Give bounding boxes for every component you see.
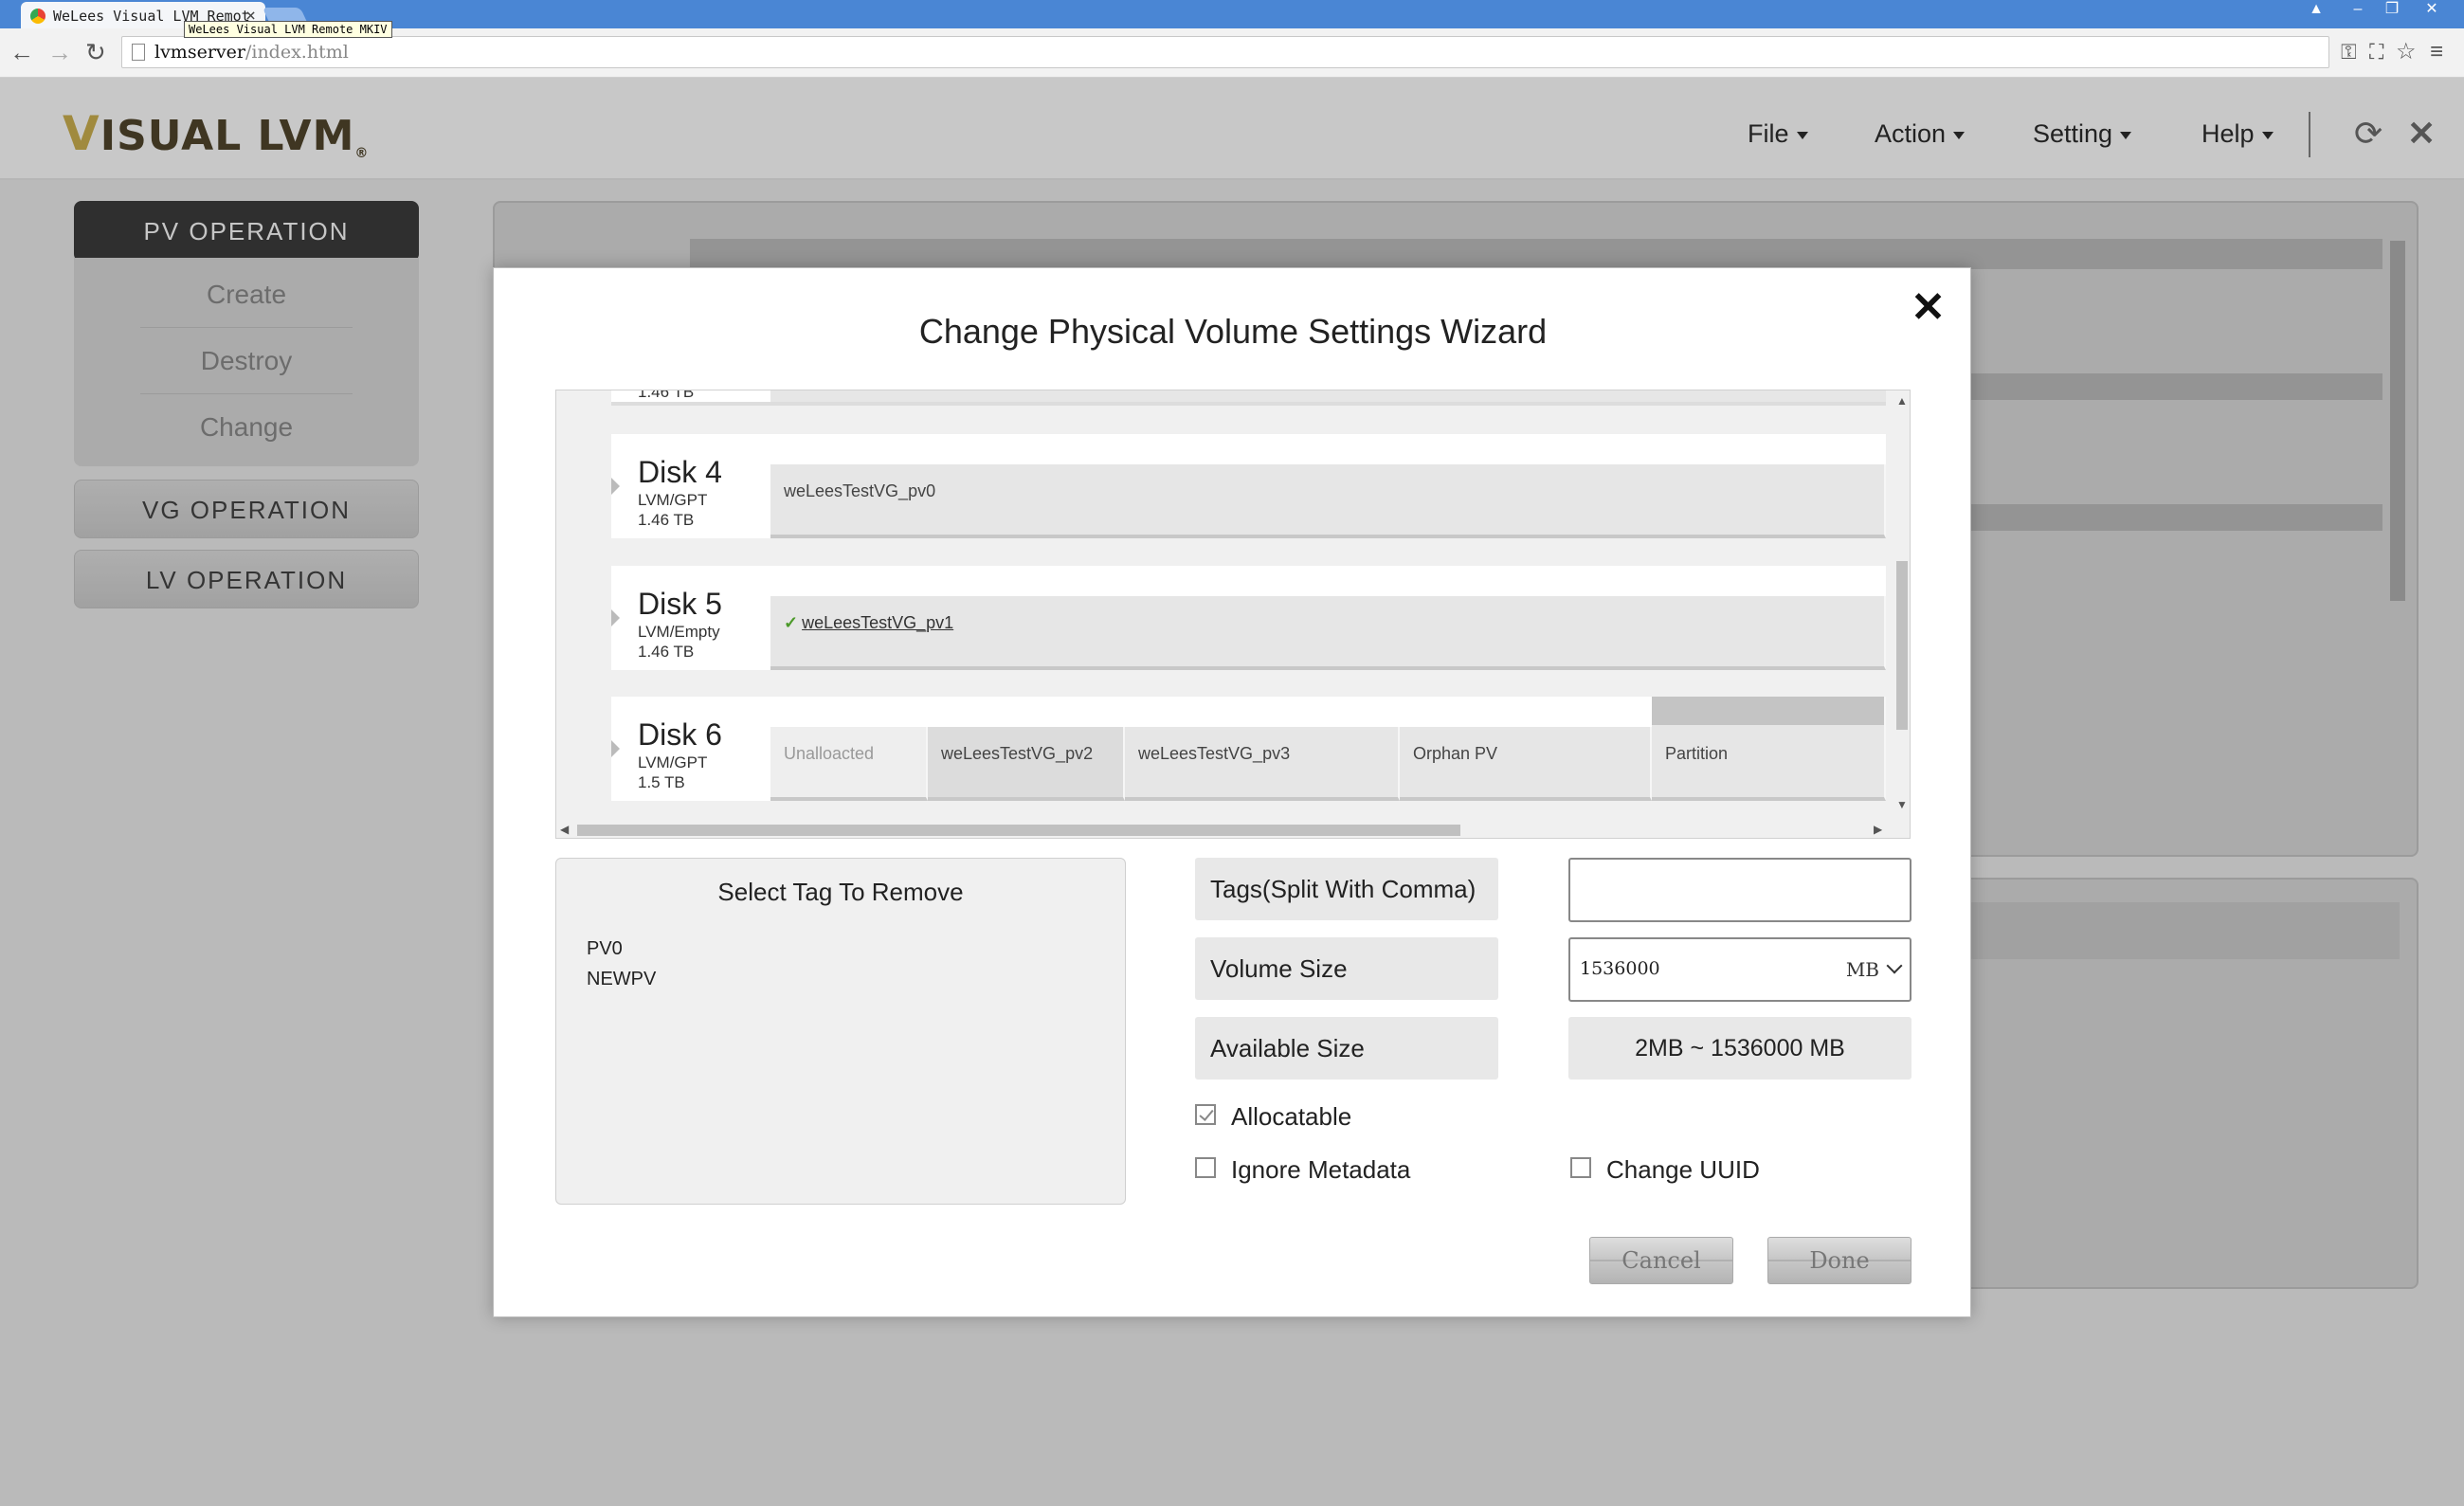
change-uuid-checkbox[interactable] — [1570, 1157, 1591, 1178]
expand-arrow-icon[interactable] — [611, 740, 620, 757]
partition-block[interactable]: weLeesTestVG_pv0 — [770, 464, 1886, 538]
scroll-up-icon[interactable]: ▲ — [1896, 394, 1908, 408]
ignore-metadata-checkbox[interactable] — [1195, 1157, 1216, 1178]
disk-name: Disk 4 — [638, 455, 722, 489]
horizontal-scrollbar[interactable]: ◀ ▶ — [556, 821, 1894, 838]
partition-block[interactable]: Orphan PV — [1400, 727, 1652, 801]
menu-icon[interactable]: ≡ — [2430, 40, 2443, 64]
caret-down-icon — [2120, 131, 2132, 139]
partition-block[interactable]: weLeesTestVG_pv2 — [928, 727, 1125, 801]
disk-row-partial: 1.46 TB — [611, 390, 1886, 406]
translate-icon[interactable]: ⛶ — [2369, 40, 2383, 64]
unit-select[interactable]: MB — [1846, 958, 1879, 981]
disk-size: 1.46 TB — [638, 511, 695, 529]
tag-box-title: Select Tag To Remove — [717, 878, 964, 906]
restore-button[interactable]: ❐ — [2375, 0, 2409, 21]
tag-item[interactable]: NEWPV — [587, 969, 656, 990]
page-icon — [132, 44, 145, 61]
allocatable-label: Allocatable — [1231, 1102, 1352, 1131]
forward-arrow-icon[interactable]: → — [47, 40, 72, 64]
scroll-right-icon[interactable]: ▶ — [1874, 823, 1882, 836]
partition-block[interactable]: Unalloacted — [770, 727, 928, 801]
disk-type: LVM/GPT — [638, 753, 708, 771]
minimize-button[interactable]: – — [2341, 0, 2375, 21]
dialog-close-icon[interactable]: ✕ — [1911, 283, 1946, 332]
partition-block[interactable]: weLeesTestVG_pv3 — [1125, 727, 1400, 801]
done-button[interactable]: Done — [1767, 1237, 1911, 1284]
disk-list[interactable]: 1.46 TB Disk 4 LVM/GPT 1.46 TB weLeesTes… — [555, 390, 1911, 839]
tags-input[interactable] — [1568, 858, 1911, 922]
app-header: VISUAL LVM® File Action Setting Help ⟳ ✕ — [0, 78, 2464, 180]
disk-name: Disk 5 — [638, 587, 722, 621]
caret-down-icon — [1953, 131, 1966, 139]
menu-help[interactable]: Help — [2201, 119, 2274, 149]
scroll-thumb[interactable] — [577, 825, 1460, 836]
available-size-value: 2MB ~ 1536000 MB — [1568, 1017, 1911, 1080]
scroll-down-icon[interactable]: ▼ — [1896, 798, 1908, 811]
disk-size: 1.46 TB — [638, 643, 695, 661]
disk-type: LVM/Empty — [638, 623, 720, 641]
disk-size: 1.5 TB — [638, 773, 685, 791]
tag-item[interactable]: PV0 — [587, 938, 623, 960]
menu-file[interactable]: File — [1748, 119, 1808, 149]
ignore-metadata-label: Ignore Metadata — [1231, 1155, 1411, 1184]
close-icon[interactable]: ✕ — [2407, 114, 2436, 154]
vertical-scrollbar[interactable]: ▲ ▼ — [1893, 390, 1910, 838]
disk-name: Disk 6 — [638, 717, 722, 752]
url-path: /index.html — [245, 42, 349, 63]
expand-arrow-icon[interactable] — [611, 609, 620, 626]
partition-block-selected[interactable]: ✓ weLeesTestVG_pv1 — [770, 596, 1886, 670]
close-window-button[interactable]: ✕ — [2415, 0, 2449, 21]
caret-down-icon — [2261, 131, 2274, 139]
tab-tooltip: WeLees Visual LVM Remote MKIV — [184, 21, 392, 38]
partition-block[interactable]: Partition — [1652, 697, 1886, 801]
user-icon[interactable]: ▲ — [2299, 0, 2333, 21]
volume-size-label: Volume Size — [1195, 937, 1498, 1000]
key-icon[interactable]: ⚿ — [2341, 40, 2357, 64]
menu-separator — [2309, 112, 2310, 157]
expand-arrow-icon[interactable] — [611, 478, 620, 495]
url-field[interactable]: lvmserver/index.html — [121, 36, 2329, 68]
back-arrow-icon[interactable]: ← — [9, 40, 34, 64]
disk-row[interactable]: Disk 6 LVM/GPT 1.5 TB Unalloacted weLees… — [611, 697, 1886, 801]
scroll-left-icon[interactable]: ◀ — [560, 823, 569, 836]
url-host: lvmserver — [154, 42, 245, 63]
cancel-button[interactable]: Cancel — [1589, 1237, 1733, 1284]
change-pv-wizard-dialog: Change Physical Volume Settings Wizard ✕… — [493, 267, 1971, 1317]
chrome-favicon-icon — [30, 9, 45, 24]
caret-down-icon — [1796, 131, 1808, 139]
scroll-thumb[interactable] — [1896, 561, 1908, 730]
disk-row[interactable]: Disk 5 LVM/Empty 1.46 TB ✓ weLeesTestVG_p… — [611, 566, 1886, 670]
allocatable-checkbox[interactable] — [1195, 1104, 1216, 1125]
dialog-title: Change Physical Volume Settings Wizard — [918, 312, 1548, 351]
disk-type: LVM/GPT — [638, 491, 708, 509]
remove-tag-box: Select Tag To Remove PV0 NEWPV — [555, 858, 1126, 1205]
volume-size-field[interactable]: 1536000 MB — [1568, 937, 1911, 1002]
available-size-label: Available Size — [1195, 1017, 1498, 1080]
visual-lvm-logo: VISUAL LVM® — [63, 106, 370, 161]
change-uuid-label: Change UUID — [1606, 1155, 1760, 1184]
menu-action[interactable]: Action — [1875, 119, 1966, 149]
checkmark-icon: ✓ — [784, 613, 799, 632]
refresh-icon[interactable]: ⟳ — [2354, 114, 2382, 154]
disk-size: 1.46 TB — [638, 390, 695, 401]
tags-label: Tags(Split With Comma) — [1195, 858, 1498, 920]
disk-row[interactable]: Disk 4 LVM/GPT 1.46 TB weLeesTestVG_pv0 — [611, 434, 1886, 538]
star-icon[interactable]: ☆ — [2396, 40, 2417, 64]
reload-icon[interactable]: ↻ — [85, 40, 106, 64]
menu-setting[interactable]: Setting — [2033, 119, 2132, 149]
